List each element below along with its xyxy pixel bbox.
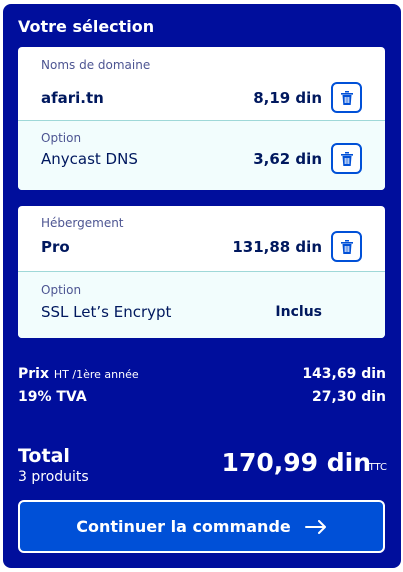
hosting-plan-name: Pro xyxy=(41,238,70,256)
hosting-card: Hébergement Pro 131,88 din Option SSL Le… xyxy=(18,206,385,338)
option-caption: Option xyxy=(41,283,82,297)
domain-price: 8,19 din xyxy=(253,89,322,107)
domain-caption: Noms de domaine xyxy=(41,58,151,72)
price-row: Prix HT /1ère année 143,69 din xyxy=(18,366,386,386)
price-label: Prix HT /1ère année xyxy=(18,366,139,382)
tax-value: 27,30 din xyxy=(312,389,386,405)
arrow-right-icon xyxy=(304,519,326,534)
trash-icon xyxy=(340,151,353,166)
delete-hosting-button[interactable] xyxy=(331,231,362,262)
ssl-option-row: Option SSL Let’s Encrypt Inclus xyxy=(18,271,385,338)
selection-panel: Votre sélection Noms de domaine afari.tn… xyxy=(3,4,401,568)
total-value: 170,99 din xyxy=(221,448,371,477)
delete-domain-button[interactable] xyxy=(331,82,362,113)
total-suffix: TTC xyxy=(368,462,387,473)
anycast-option-price: 3,62 din xyxy=(253,150,322,168)
domain-name: afari.tn xyxy=(41,89,104,107)
panel-title: Votre sélection xyxy=(18,17,155,36)
hosting-row: Hébergement Pro 131,88 din xyxy=(18,206,385,271)
ssl-option-price: Inclus xyxy=(275,304,322,320)
option-caption: Option xyxy=(41,131,82,145)
ssl-option-name: SSL Let’s Encrypt xyxy=(41,303,172,321)
tax-row: 19% TVA 27,30 din xyxy=(18,389,386,409)
hosting-plan-price: 131,88 din xyxy=(232,238,322,256)
anycast-option-name: Anycast DNS xyxy=(41,150,138,168)
trash-icon xyxy=(340,90,353,105)
delete-anycast-button[interactable] xyxy=(331,143,362,174)
tax-label: 19% TVA xyxy=(18,389,87,405)
total-products-count: 3 produits xyxy=(18,469,89,485)
total-label: Total xyxy=(18,445,70,467)
trash-icon xyxy=(340,239,353,254)
anycast-option-row: Option Anycast DNS 3,62 din xyxy=(18,120,385,190)
hosting-caption: Hébergement xyxy=(41,216,124,230)
price-value: 143,69 din xyxy=(302,366,386,382)
price-label-text: Prix xyxy=(18,366,49,382)
domain-row: Noms de domaine afari.tn 8,19 din xyxy=(18,47,385,120)
domain-card: Noms de domaine afari.tn 8,19 din Option… xyxy=(18,47,385,190)
price-label-suffix: HT /1ère année xyxy=(53,368,139,381)
continue-order-label: Continuer la commande xyxy=(76,517,291,536)
continue-order-button[interactable]: Continuer la commande xyxy=(18,500,385,553)
